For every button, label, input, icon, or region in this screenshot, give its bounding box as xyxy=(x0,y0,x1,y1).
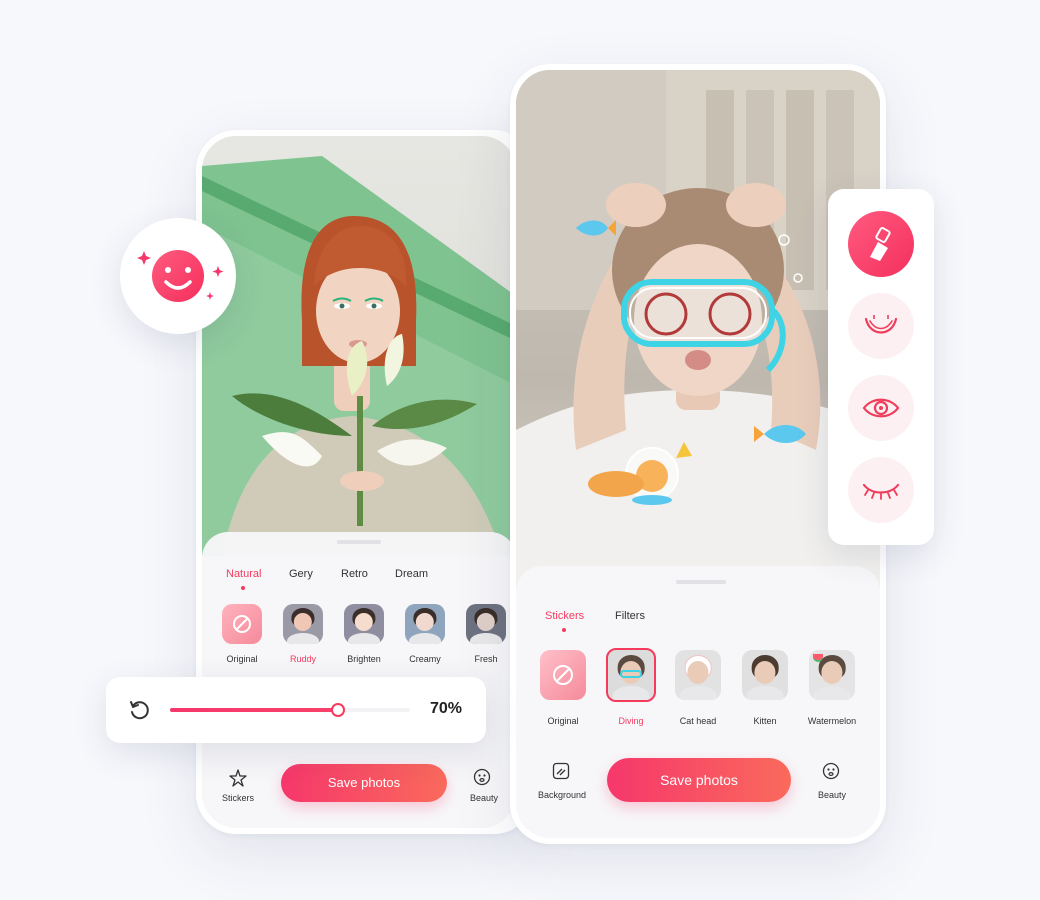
filter-ruddy-thumb[interactable] xyxy=(283,604,323,644)
tool-eye-button[interactable] xyxy=(848,375,914,441)
lips-icon xyxy=(864,315,898,334)
stickers-nav-label: Stickers xyxy=(221,793,254,803)
sticker-cat-head-label: Cat head xyxy=(679,716,717,726)
tab-filters[interactable]: Filters xyxy=(615,610,645,622)
tab-dream[interactable]: Dream xyxy=(395,568,428,580)
save-photos-button[interactable]: Save photos xyxy=(607,758,791,802)
sticker-diving-thumb[interactable] xyxy=(606,648,656,702)
filter-original-label: Original xyxy=(226,654,258,664)
filter-ruddy-label: Ruddy xyxy=(289,654,316,664)
slider-track[interactable] xyxy=(170,703,410,717)
tab-natural[interactable]: Natural xyxy=(226,568,261,580)
sticker-original-label: Original xyxy=(547,716,579,726)
slider-value: 70% xyxy=(430,700,463,717)
sticker-kitten-label: Kitten xyxy=(753,716,777,726)
tool-brush-button[interactable] xyxy=(848,211,914,277)
sticker-diving-label: Diving xyxy=(618,716,644,726)
sticker-cat-head-thumb[interactable] xyxy=(675,650,721,700)
no-filter-icon xyxy=(233,615,251,633)
slider-handle[interactable] xyxy=(331,703,345,717)
beauty-nav-label: Beauty xyxy=(469,793,499,803)
sticker-star-icon xyxy=(229,769,247,787)
filter-creamy-thumb[interactable] xyxy=(405,604,445,644)
portrait-photo-redhead xyxy=(202,136,516,556)
smiley-icon xyxy=(137,250,224,302)
background-nav-label: Background xyxy=(537,790,587,800)
sticker-original-thumb[interactable] xyxy=(540,650,586,700)
reset-button[interactable] xyxy=(128,699,152,723)
beauty-face-icon xyxy=(822,762,840,780)
beauty-nav-button[interactable] xyxy=(473,768,493,788)
tab-gery[interactable]: Gery xyxy=(289,568,313,580)
beauty-tools-panel xyxy=(828,189,934,545)
filter-fresh-thumb[interactable] xyxy=(466,604,506,644)
background-nav-button[interactable] xyxy=(552,762,572,782)
eye-icon xyxy=(862,398,900,418)
eyelash-icon xyxy=(862,483,900,500)
stickers-nav-button[interactable] xyxy=(228,768,250,788)
filter-original-thumb[interactable] xyxy=(222,604,262,644)
filter-brighten-label: Brighten xyxy=(347,654,381,664)
filter-brighten-thumb[interactable] xyxy=(344,604,384,644)
reset-icon xyxy=(130,701,149,720)
sticker-watermelon-thumb[interactable] xyxy=(809,650,855,700)
tab-stickers[interactable]: Stickers xyxy=(545,610,584,622)
no-filter-icon xyxy=(553,665,573,685)
active-tab-indicator xyxy=(241,586,245,590)
intensity-slider-card: 70% xyxy=(106,677,486,743)
filter-fresh-label: Fresh xyxy=(474,654,498,664)
beauty-nav-label: Beauty xyxy=(817,790,847,800)
beauty-face-icon xyxy=(473,768,491,786)
beauty-nav-button[interactable] xyxy=(822,762,842,782)
background-icon xyxy=(552,762,570,780)
sheet-handle[interactable] xyxy=(337,540,381,544)
tab-retro[interactable]: Retro xyxy=(341,568,368,580)
sticker-kitten-thumb[interactable] xyxy=(742,650,788,700)
tool-eyelash-button[interactable] xyxy=(848,457,914,523)
save-photos-button[interactable]: Save photos xyxy=(281,764,447,802)
brush-icon xyxy=(870,227,891,261)
smiley-badge xyxy=(120,218,236,334)
slider-fill xyxy=(170,708,338,712)
right-phone-screen: Stickers Filters Original Diving Cat hea… xyxy=(516,70,880,838)
active-tab-indicator xyxy=(562,628,566,632)
portrait-photo-diving-sticker xyxy=(516,70,880,590)
sheet-handle[interactable] xyxy=(676,580,726,584)
sticker-watermelon-label: Watermelon xyxy=(807,716,857,726)
filter-creamy-label: Creamy xyxy=(409,654,441,664)
tool-lips-button[interactable] xyxy=(848,293,914,359)
sticker-panel: Stickers Filters Original Diving Cat hea… xyxy=(516,566,880,838)
